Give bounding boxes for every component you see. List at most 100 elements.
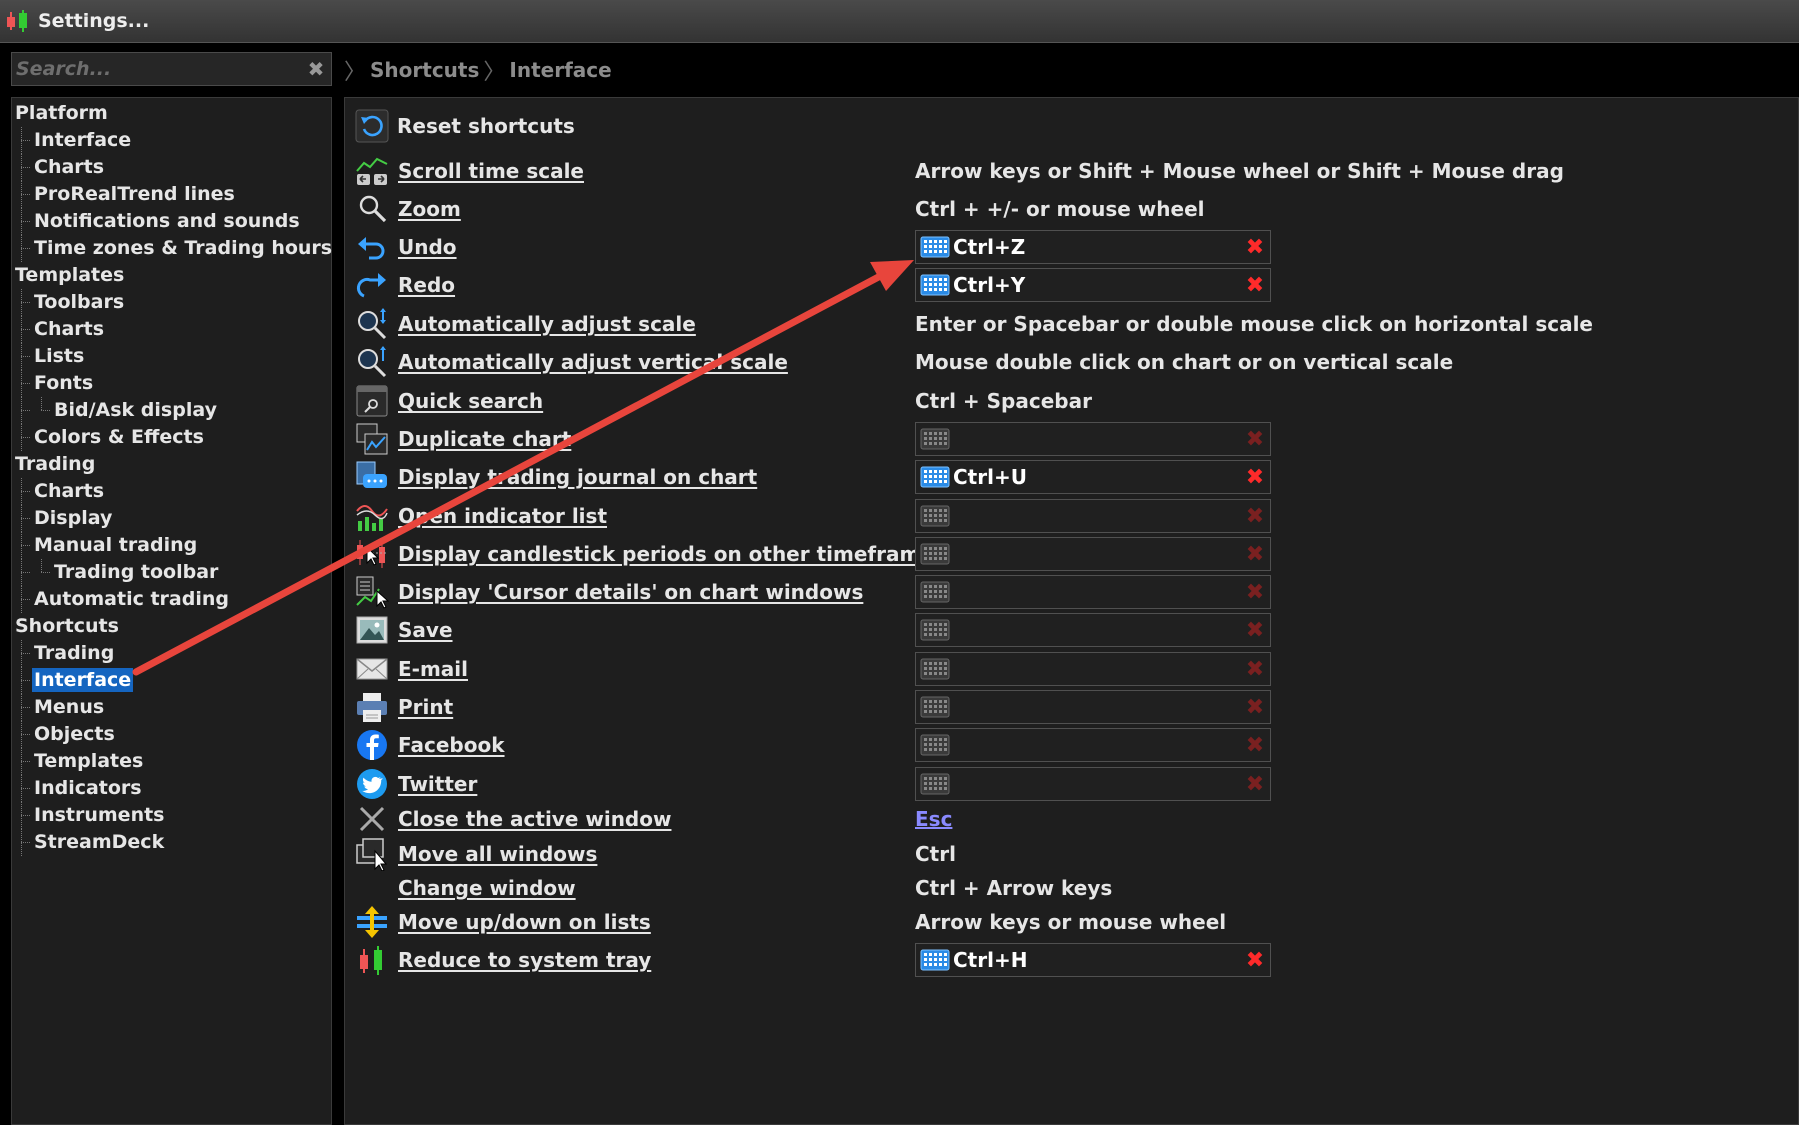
facebook-icon: [357, 730, 387, 760]
tree-item-charts[interactable]: Charts: [12, 316, 331, 343]
shortcut-name-link[interactable]: Automatically adjust vertical scale: [398, 342, 788, 382]
clear-shortcut-icon[interactable]: ✖: [1240, 273, 1270, 298]
shortcut-key-field[interactable]: Ctrl+U ✖: [915, 460, 1271, 494]
shortcut-key-field[interactable]: ✖: [915, 575, 1271, 609]
tree-item-templates[interactable]: Templates: [12, 748, 331, 775]
tree-item-label: Charts: [34, 318, 105, 340]
shortcut-key-field[interactable]: Ctrl+Z ✖: [915, 230, 1271, 264]
shortcut-key-field[interactable]: ✖: [915, 499, 1271, 533]
auto-scale-icon: [358, 308, 387, 340]
tree-item-platform[interactable]: Platform: [12, 100, 331, 127]
shortcut-key-field[interactable]: Ctrl+H ✖: [915, 943, 1271, 977]
tree-item-indicators[interactable]: Indicators: [12, 775, 331, 802]
tree-item-label: Interface: [34, 129, 132, 151]
shortcut-row: Twitter ✖: [355, 764, 1775, 804]
tree-item-label: Indicators: [34, 777, 142, 799]
tree-item-lists[interactable]: Lists: [12, 343, 331, 370]
shortcut-name-link[interactable]: Open indicator list: [398, 496, 607, 536]
shortcut-name-link[interactable]: Display trading journal on chart: [398, 457, 757, 497]
tree-item-automatic-trading[interactable]: Automatic trading: [12, 586, 331, 613]
tree-item-objects[interactable]: Objects: [12, 721, 331, 748]
shortcut-name-link[interactable]: Undo: [398, 227, 457, 267]
tree-item-label: Templates: [15, 264, 125, 286]
tree-item-trading[interactable]: Trading: [12, 640, 331, 667]
tree-item-label: Colors & Effects: [34, 426, 204, 448]
tree-item-fonts[interactable]: Fonts: [12, 370, 331, 397]
shortcut-name-link[interactable]: Display candlestick periods on other tim…: [398, 534, 946, 574]
clear-shortcut-icon[interactable]: ✖: [1240, 580, 1270, 605]
tree-item-colors-effects[interactable]: Colors & Effects: [12, 424, 331, 451]
tree-item-interface[interactable]: Interface: [12, 667, 331, 694]
shortcut-key-field[interactable]: ✖: [915, 613, 1271, 647]
clear-search-icon[interactable]: ✖: [301, 57, 331, 81]
tree-item-templates[interactable]: Templates: [12, 262, 331, 289]
shortcut-key-field[interactable]: ✖: [915, 690, 1271, 724]
clear-shortcut-icon[interactable]: ✖: [1240, 772, 1270, 797]
breadcrumb-shortcuts[interactable]: Shortcuts: [370, 58, 479, 82]
shortcut-name-link[interactable]: Display 'Cursor details' on chart window…: [398, 572, 863, 612]
shortcut-name-link[interactable]: Facebook: [398, 725, 505, 765]
shortcut-name-link[interactable]: Automatically adjust scale: [398, 304, 696, 344]
shortcut-key-field[interactable]: Ctrl+Y ✖: [915, 268, 1271, 302]
shortcut-name-link[interactable]: Twitter: [398, 764, 477, 804]
tree-item-instruments[interactable]: Instruments: [12, 802, 331, 829]
shortcut-key-field[interactable]: ✖: [915, 652, 1271, 686]
shortcut-name-link[interactable]: Reduce to system tray: [398, 940, 651, 980]
tree-item-interface[interactable]: Interface: [12, 127, 331, 154]
shortcut-key-field[interactable]: ✖: [915, 537, 1271, 571]
shortcut-name-link[interactable]: Scroll time scale: [398, 151, 584, 191]
clear-shortcut-icon[interactable]: ✖: [1240, 618, 1270, 643]
shortcut-name-link[interactable]: Move up/down on lists: [398, 902, 651, 942]
clear-shortcut-icon[interactable]: ✖: [1240, 948, 1270, 973]
keyboard-icon: [920, 658, 950, 680]
tree-item-streamdeck[interactable]: StreamDeck: [12, 829, 331, 856]
tree-item-menus[interactable]: Menus: [12, 694, 331, 721]
shortcut-name-link[interactable]: Zoom: [398, 189, 461, 229]
tree-item-notifications-and-sounds[interactable]: Notifications and sounds: [12, 208, 331, 235]
twitter-icon: [357, 769, 387, 799]
shortcut-name-link[interactable]: Duplicate chart: [398, 419, 571, 459]
tree-item-label: Bid/Ask display: [54, 399, 217, 421]
tree-item-charts[interactable]: Charts: [12, 154, 331, 181]
shortcut-name-link[interactable]: Close the active window: [398, 799, 671, 839]
shortcuts-panel: Reset shortcuts Scroll time scale Arrow k…: [344, 97, 1799, 1125]
tree-item-time-zones-trading-hours[interactable]: Time zones & Trading hours: [12, 235, 332, 262]
indicator-list-icon: [356, 505, 388, 531]
shortcut-key-value: Ctrl+Z: [953, 235, 1026, 259]
tree-item-prorealtrend-lines[interactable]: ProRealTrend lines: [12, 181, 331, 208]
clear-shortcut-icon[interactable]: ✖: [1240, 542, 1270, 567]
tree-item-trading-toolbar[interactable]: Trading toolbar: [12, 559, 331, 586]
tree-item-toolbars[interactable]: Toolbars: [12, 289, 331, 316]
clear-shortcut-icon[interactable]: ✖: [1240, 733, 1270, 758]
shortcut-name-link[interactable]: Save: [398, 610, 453, 650]
shortcut-name-link[interactable]: Print: [398, 687, 453, 727]
clear-shortcut-icon[interactable]: ✖: [1240, 504, 1270, 529]
settings-tree: Platform Interface Charts ProRealTrend line…: [11, 97, 332, 1125]
reset-shortcuts-button[interactable]: Reset shortcuts: [355, 108, 575, 144]
shortcut-key-field[interactable]: ✖: [915, 767, 1271, 801]
clear-shortcut-icon[interactable]: ✖: [1240, 465, 1270, 490]
shortcut-name-link[interactable]: Quick search: [398, 381, 543, 421]
tree-item-label: Charts: [34, 480, 105, 502]
clear-shortcut-icon[interactable]: ✖: [1240, 427, 1270, 452]
tree-item-bid-ask-display[interactable]: Bid/Ask display: [12, 397, 331, 424]
breadcrumb-separator-icon: 〉: [483, 60, 506, 85]
tree-item-display[interactable]: Display: [12, 505, 331, 532]
clear-shortcut-icon[interactable]: ✖: [1240, 657, 1270, 682]
shortcut-name-link[interactable]: E-mail: [398, 649, 468, 689]
clear-shortcut-icon[interactable]: ✖: [1240, 695, 1270, 720]
breadcrumb-interface[interactable]: Interface: [509, 58, 611, 82]
breadcrumb-separator-icon: 〉: [344, 60, 367, 85]
tree-item-manual-trading[interactable]: Manual trading: [12, 532, 331, 559]
tree-item-shortcuts[interactable]: Shortcuts: [12, 613, 331, 640]
shortcut-name-link[interactable]: Redo: [398, 265, 455, 305]
tree-item-trading[interactable]: Trading: [12, 451, 331, 478]
shortcut-key-field[interactable]: ✖: [915, 728, 1271, 762]
search-input[interactable]: [12, 57, 301, 81]
tree-item-charts[interactable]: Charts: [12, 478, 331, 505]
shortcut-key-field[interactable]: ✖: [915, 422, 1271, 456]
shortcut-value-link[interactable]: Esc: [915, 799, 952, 839]
tree-item-label: Trading: [15, 453, 96, 475]
clear-shortcut-icon[interactable]: ✖: [1240, 235, 1270, 260]
shortcut-value-text: Ctrl + Spacebar: [915, 389, 1092, 413]
